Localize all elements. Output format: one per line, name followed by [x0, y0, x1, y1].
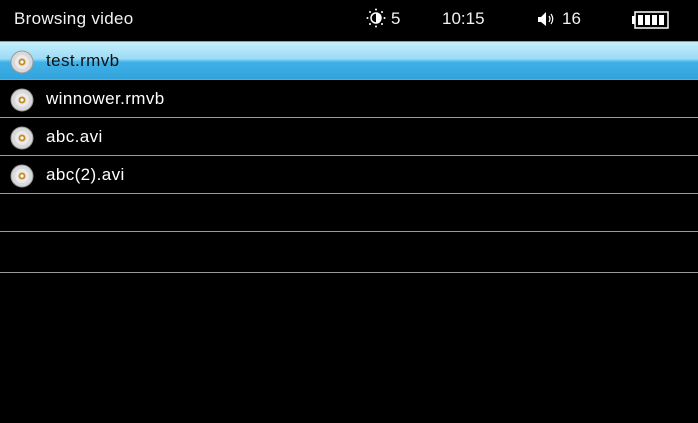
file-name: test.rmvb [46, 51, 120, 70]
file-row-test-rmvb[interactable]: test.rmvb [0, 41, 698, 79]
volume-level: 16 [562, 9, 581, 28]
speaker-icon [538, 12, 554, 26]
disc-icon [10, 50, 34, 74]
brightness-icon [366, 8, 386, 28]
file-row-abc-avi[interactable]: abc.avi [0, 117, 698, 155]
empty-row [0, 231, 698, 269]
file-name: winnower.rmvb [46, 89, 165, 108]
disc-icon [10, 126, 34, 150]
battery-icon [632, 11, 669, 29]
file-list: test.rmvb winnower.rmvb abc.avi abc(2).a… [0, 41, 698, 269]
empty-row [0, 193, 698, 231]
divider [0, 272, 698, 273]
brightness-level: 5 [391, 9, 401, 28]
file-row-winnower-rmvb[interactable]: winnower.rmvb [0, 79, 698, 117]
screen-title: Browsing video [14, 9, 134, 28]
file-name: abc.avi [46, 127, 103, 146]
file-row-abc-2-avi[interactable]: abc(2).avi [0, 155, 698, 193]
disc-icon [10, 88, 34, 112]
clock: 10:15 [442, 9, 485, 28]
disc-icon [10, 164, 34, 188]
file-name: abc(2).avi [46, 165, 125, 184]
status-bar: Browsing video 5 10:15 16 [0, 0, 698, 40]
